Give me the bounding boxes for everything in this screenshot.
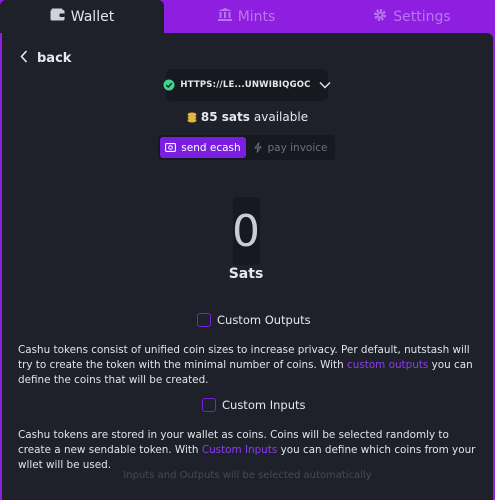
tab-mints-label: Mints <box>237 8 276 25</box>
balance-suffix: available <box>253 110 309 124</box>
coins-icon <box>187 112 197 123</box>
custom-inputs-link[interactable]: Custom Inputs <box>202 444 277 456</box>
check-circle-icon <box>163 79 175 91</box>
send-ecash-label: send ecash <box>181 141 241 154</box>
lightning-icon <box>254 142 263 153</box>
custom-outputs-link[interactable]: custom outputs <box>347 359 428 371</box>
custom-inputs-row[interactable]: Custom Inputs <box>202 398 305 412</box>
chevron-left-icon <box>20 50 28 67</box>
tab-bar: Wallet Mints Settings <box>0 0 495 33</box>
tab-mints[interactable]: Mints <box>164 0 329 33</box>
ecash-icon <box>165 143 177 152</box>
back-button[interactable]: back <box>20 50 71 67</box>
pay-invoice-label: pay invoice <box>267 141 328 154</box>
custom-outputs-row[interactable]: Custom Outputs <box>197 313 311 327</box>
custom-outputs-label: Custom Outputs <box>217 313 311 327</box>
custom-inputs-description: Cashu tokens are stored in your wallet a… <box>18 428 478 473</box>
tab-settings[interactable]: Settings <box>329 0 495 33</box>
tab-settings-label: Settings <box>393 8 451 25</box>
amount-unit: Sats <box>228 266 264 282</box>
app-frame: Wallet Mints Settings back HTTPS://LE...… <box>0 0 495 500</box>
custom-inputs-label: Custom Inputs <box>222 398 306 412</box>
balance-display: 85 sats available <box>0 110 495 124</box>
custom-inputs-checkbox[interactable] <box>202 398 216 412</box>
send-ecash-button[interactable]: send ecash <box>160 137 246 158</box>
chevron-down-icon <box>319 81 331 89</box>
amount-input[interactable]: 0 <box>196 206 296 258</box>
mint-url: HTTPS://LE...UNWIBIQGOC <box>180 80 311 90</box>
back-label: back <box>37 51 72 66</box>
wallet-icon <box>50 8 65 25</box>
balance-amount: 85 sats <box>200 110 250 124</box>
custom-outputs-description: Cashu tokens consist of unified coin siz… <box>18 343 478 388</box>
tab-wallet[interactable]: Wallet <box>0 0 164 33</box>
gear-icon <box>373 8 387 26</box>
mints-icon <box>217 8 232 25</box>
mint-selector[interactable]: HTTPS://LE...UNWIBIQGOC <box>163 69 331 101</box>
tab-wallet-label: Wallet <box>70 8 115 25</box>
footer-note: Inputs and Outputs will be selected auto… <box>123 470 372 481</box>
send-mode-toggle: send ecash pay invoice <box>158 135 335 160</box>
custom-outputs-checkbox[interactable] <box>197 313 211 327</box>
pay-invoice-button[interactable]: pay invoice <box>250 137 332 158</box>
